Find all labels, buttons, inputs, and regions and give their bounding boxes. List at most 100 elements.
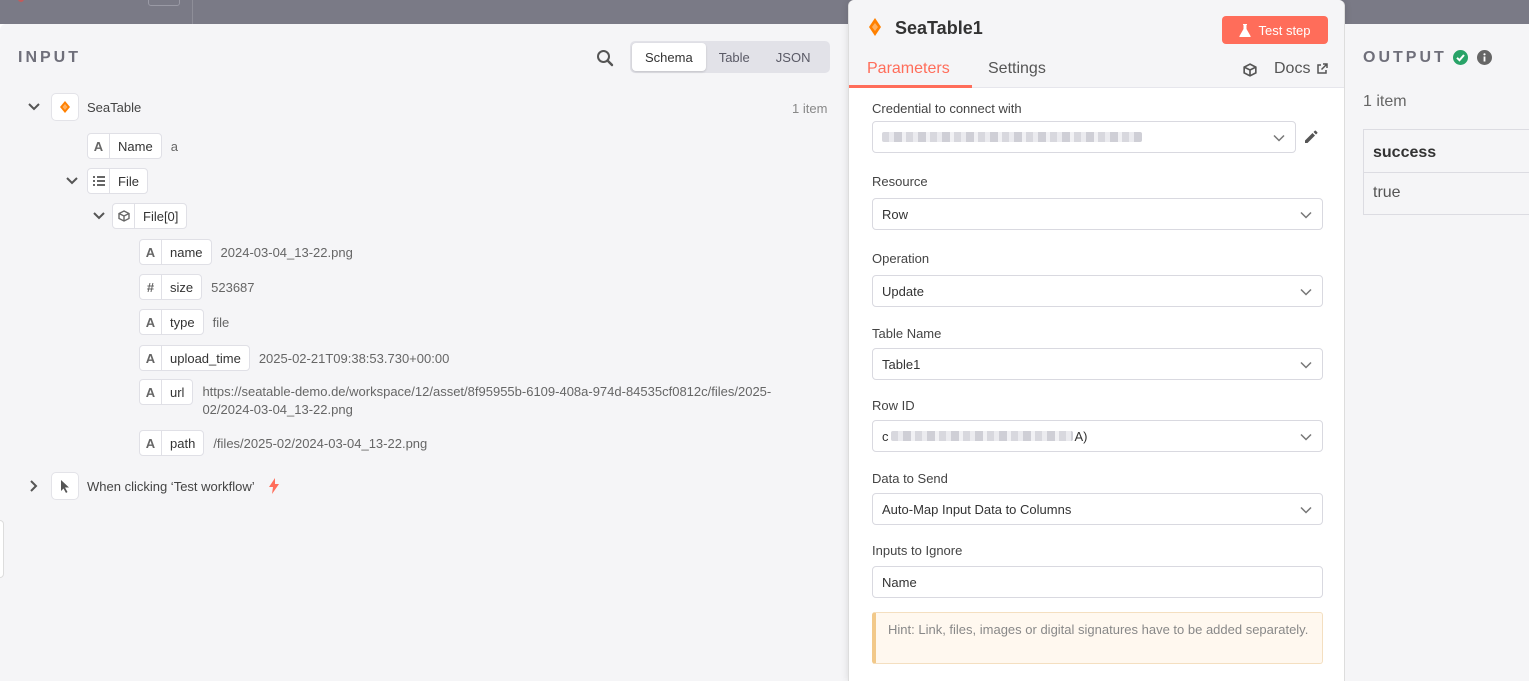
list-type-icon xyxy=(88,169,110,193)
row-id-prefix: c xyxy=(882,428,889,444)
schema-field-url: A url https://seatable-demo.de/workspace… xyxy=(139,379,822,419)
tab-parameters[interactable]: Parameters xyxy=(867,60,950,78)
field-pill[interactable]: # size xyxy=(139,274,203,300)
parameters-header: SeaTable1 Test step Parameters Settings … xyxy=(849,0,1344,88)
field-key: Name xyxy=(118,138,153,154)
field-value: a xyxy=(170,138,178,154)
object-type-icon xyxy=(113,204,135,228)
operation-label: Operation xyxy=(872,251,930,266)
row-id-select[interactable]: c A) xyxy=(872,420,1323,452)
chevron-right-icon[interactable] xyxy=(27,479,41,493)
node-title[interactable]: SeaTable1 xyxy=(895,18,983,39)
field-key: size xyxy=(170,279,194,295)
chevron-down-icon xyxy=(1300,506,1312,514)
inputs-to-ignore-value: Name xyxy=(882,574,917,590)
chevron-down-icon[interactable] xyxy=(92,209,106,223)
field-pill[interactable]: A upload_time xyxy=(139,345,250,371)
seatable-icon xyxy=(869,18,881,36)
schema-field-size: # size 523687 xyxy=(139,274,255,300)
view-table-button[interactable]: Table xyxy=(706,43,763,71)
input-node-seatable[interactable]: SeaTable xyxy=(27,93,141,121)
schema-field-name-lower: A name 2024-03-04_13-22.png xyxy=(139,239,353,265)
output-panel: OUTPUT 1 item success true xyxy=(1345,24,1529,681)
row-id-suffix: A) xyxy=(1074,428,1088,444)
string-type-icon: A xyxy=(88,134,110,158)
row-id-label: Row ID xyxy=(872,398,915,413)
field-key: url xyxy=(170,384,185,400)
chevron-down-icon xyxy=(1300,211,1312,219)
schema-field-file: File xyxy=(65,168,148,194)
cursor-icon xyxy=(51,472,79,500)
canvas-divider xyxy=(192,0,193,24)
schema-field-file0: File[0] xyxy=(92,203,188,229)
field-key: name xyxy=(170,244,203,260)
credential-select[interactable] xyxy=(872,121,1296,153)
resource-select[interactable]: Row xyxy=(872,198,1323,230)
output-table: success true xyxy=(1363,129,1529,215)
string-type-icon: A xyxy=(140,380,162,404)
chevron-down-icon xyxy=(1273,134,1285,142)
schema-field-name: A Name a xyxy=(87,133,178,159)
output-title: OUTPUT xyxy=(1363,49,1447,67)
canvas-button[interactable] xyxy=(148,0,180,6)
schema-field-upload-time: A upload_time 2025-02-21T09:38:53.730+00… xyxy=(139,345,449,371)
view-schema-button[interactable]: Schema xyxy=(632,43,706,71)
operation-select[interactable]: Update xyxy=(872,275,1323,307)
field-pill[interactable]: File[0] xyxy=(112,203,188,229)
field-pill[interactable]: A type xyxy=(139,309,204,335)
pencil-icon[interactable] xyxy=(1303,129,1319,145)
data-to-send-select[interactable]: Auto-Map Input Data to Columns xyxy=(872,493,1323,525)
redacted-row-id xyxy=(890,431,1073,441)
field-value: 2024-03-04_13-22.png xyxy=(220,244,353,260)
string-type-icon: A xyxy=(140,346,162,370)
field-pill[interactable]: A name xyxy=(139,239,212,265)
input-panel: INPUT Schema Table JSON SeaTable 1 item … xyxy=(0,24,848,681)
chevron-down-icon[interactable] xyxy=(27,100,41,114)
cube-icon xyxy=(1243,63,1257,77)
field-pill[interactable]: File xyxy=(87,168,148,194)
field-pill[interactable]: A path xyxy=(139,430,205,456)
string-type-icon: A xyxy=(140,310,162,334)
field-value: /files/2025-02/2024-03-04_13-22.png xyxy=(213,435,428,451)
string-type-icon: A xyxy=(140,431,162,455)
search-icon[interactable] xyxy=(596,49,614,67)
field-pill[interactable]: A url xyxy=(139,379,194,405)
bolt-icon xyxy=(268,478,279,494)
chevron-down-icon[interactable] xyxy=(65,174,79,188)
input-node-trigger[interactable]: When clicking ‘Test workflow’ xyxy=(27,472,280,500)
tab-settings[interactable]: Settings xyxy=(988,60,1046,78)
parameters-panel: SeaTable1 Test step Parameters Settings … xyxy=(848,0,1345,681)
table-name-select[interactable]: Table1 xyxy=(872,348,1323,380)
field-key: upload_time xyxy=(170,350,241,366)
success-check-icon xyxy=(1453,50,1468,65)
schema-field-type: A type file xyxy=(139,309,229,335)
field-key: File[0] xyxy=(143,208,179,224)
input-node-label: SeaTable xyxy=(87,99,142,115)
url-line-2: 02/2024-03-04_13-22.png xyxy=(202,402,353,417)
input-item-count: 1 item xyxy=(792,101,828,116)
field-pill[interactable]: A Name xyxy=(87,133,162,159)
output-title-text: OUTPUT xyxy=(1363,49,1447,66)
output-column-header: success xyxy=(1364,130,1529,173)
field-key: type xyxy=(170,314,195,330)
field-value: file xyxy=(212,314,230,330)
info-icon[interactable] xyxy=(1477,50,1492,65)
inputs-to-ignore-input[interactable]: Name xyxy=(872,566,1323,598)
field-key: File xyxy=(118,173,139,189)
table-name-label: Table Name xyxy=(872,326,942,341)
input-node-label: When clicking ‘Test workflow’ xyxy=(87,478,255,494)
external-link-icon xyxy=(1317,63,1329,74)
docs-link[interactable]: Docs xyxy=(1274,60,1329,78)
flask-icon xyxy=(1239,23,1252,37)
view-toggle: Schema Table JSON xyxy=(630,41,830,73)
redacted-credential xyxy=(882,132,1142,142)
test-step-label: Test step xyxy=(1258,22,1311,38)
chevron-down-icon xyxy=(1300,361,1312,369)
test-step-button[interactable]: Test step xyxy=(1222,16,1328,44)
url-line-1: https://seatable-demo.de/workspace/12/as… xyxy=(202,384,772,399)
chevron-down-icon xyxy=(1300,433,1312,441)
operation-value: Update xyxy=(882,283,924,299)
canvas-node-dot xyxy=(18,0,24,2)
view-json-button[interactable]: JSON xyxy=(763,43,824,71)
resource-label: Resource xyxy=(872,174,928,189)
